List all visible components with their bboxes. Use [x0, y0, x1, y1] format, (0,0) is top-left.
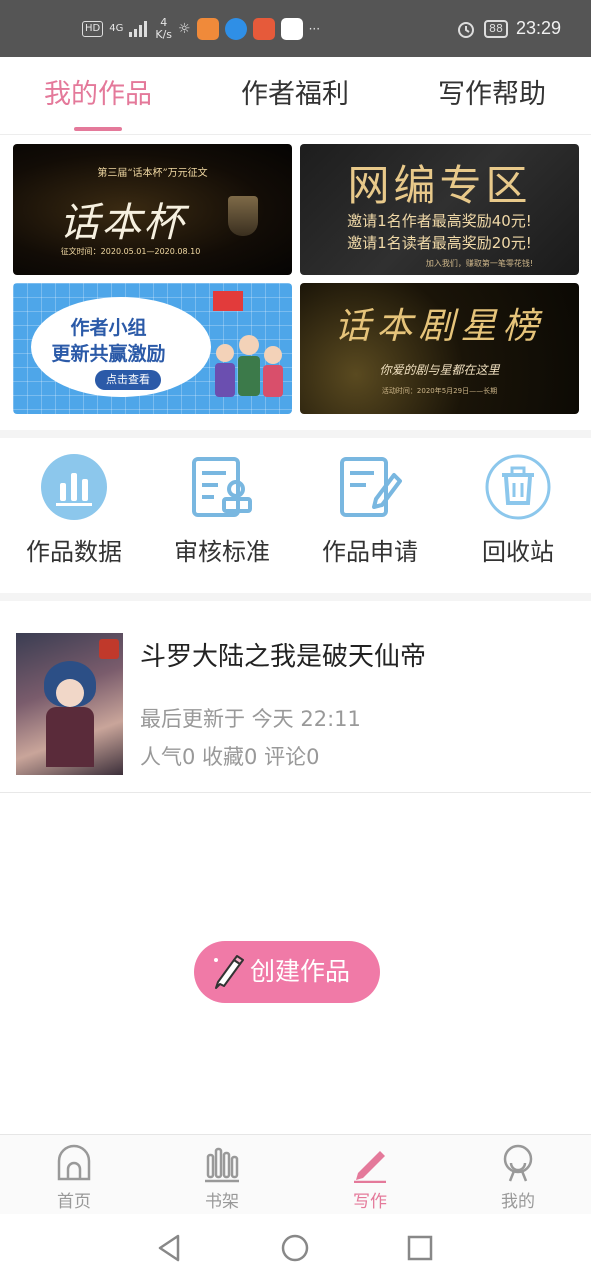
brightness-icon: ☼ — [178, 20, 191, 37]
section-divider — [0, 430, 591, 438]
banner-author-group[interactable]: 作者小组 更新共赢激励 点击查看 — [13, 283, 292, 414]
banner-title: 网编专区 — [347, 161, 532, 210]
app-icon-2 — [224, 17, 247, 40]
tool-recycle-bin[interactable]: 回收站 — [444, 450, 591, 570]
kids-illustration — [215, 335, 283, 397]
nav-profile[interactable]: 我的 — [444, 1135, 591, 1215]
banner-line-2: 活动时间：2020年5月29日——长期 — [381, 387, 498, 395]
tool-label: 作品申请 — [322, 538, 418, 566]
nav-home[interactable]: 首页 — [0, 1135, 148, 1215]
alarm-icon — [457, 21, 474, 38]
speed-value: 4 — [160, 15, 168, 29]
signal-icon — [129, 20, 148, 37]
banner-editor-zone[interactable]: 网编专区 邀请1名作者最高奖励40元! 邀请1名读者最高奖励20元! 加入我们，… — [300, 144, 579, 275]
nav-bookshelf[interactable]: 书架 — [148, 1135, 296, 1215]
nav-label: 写作 — [353, 1192, 387, 1212]
apply-icon — [340, 457, 402, 517]
home-icon — [57, 1144, 91, 1181]
network-indicator: 4G — [109, 22, 124, 34]
app-icon-4 — [280, 17, 303, 40]
create-work-label: 创建作品 — [250, 957, 351, 986]
banner-drama-star-list[interactable]: 话本剧星榜 你爱的剧与星都在这里 活动时间：2020年5月29日——长期 — [300, 283, 579, 414]
more-indicator: ··· — [308, 21, 321, 36]
top-tabs: 我的作品 作者福利 写作帮助 — [0, 57, 591, 135]
work-title[interactable]: 斗罗大陆之我是破天仙帝 — [140, 636, 426, 673]
chart-icon — [41, 454, 107, 520]
tool-review-standard[interactable]: 审核标准 — [148, 450, 296, 570]
speed-unit: K/s — [155, 27, 173, 41]
app-icon-3 — [252, 17, 275, 40]
tab-writing-help[interactable]: 写作帮助 — [422, 57, 562, 135]
banner-title: 话本杯 — [59, 200, 186, 246]
create-work-button[interactable]: 创建作品 — [194, 941, 380, 1003]
banner-subtitle: 第三届“话本杯”万元征文 — [97, 168, 208, 179]
clock: 23:29 — [515, 18, 561, 38]
status-left: HD 4G 4 K/s ☼ ··· — [82, 0, 320, 57]
bookshelf-icon — [205, 1147, 239, 1183]
battery-icon: 88 — [483, 19, 508, 38]
banner-line-1: 邀请1名作者最高奖励40元! — [347, 212, 532, 230]
tool-label: 回收站 — [482, 538, 554, 566]
tab-my-works[interactable]: 我的作品 — [28, 57, 168, 135]
recents-icon[interactable] — [400, 1228, 440, 1268]
banner-caption: 征文时间：2020.05.01—2020.08.10 — [60, 247, 201, 256]
tool-label: 审核标准 — [174, 538, 270, 566]
review-icon — [192, 457, 252, 517]
network-type: 4G — [109, 22, 124, 34]
network-speed: 4 K/s — [155, 15, 173, 41]
section-divider — [0, 593, 591, 601]
active-tab-indicator — [74, 127, 122, 131]
banner-view-button[interactable]: 点击查看 — [95, 370, 161, 390]
bottom-nav: 首页 书架 写作 我的 — [0, 1134, 591, 1214]
status-right: 88 23:29 — [456, 0, 561, 57]
nav-label: 书架 — [205, 1192, 239, 1212]
profile-icon — [503, 1144, 533, 1182]
tool-label: 作品数据 — [26, 538, 122, 566]
hd-badge: HD — [82, 20, 104, 37]
banner-line-3: 加入我们，赚取第一笔零花钱! — [425, 259, 534, 268]
back-icon[interactable] — [150, 1228, 190, 1268]
flag-icon — [213, 291, 243, 311]
work-last-updated: 最后更新于 今天 22:11 — [140, 707, 361, 731]
tab-author-benefits[interactable]: 作者福利 — [225, 57, 365, 135]
tool-work-data[interactable]: 作品数据 — [0, 450, 148, 570]
banner-line-2: 邀请1名读者最高奖励20元! — [347, 234, 532, 252]
banner-title: 话本剧星榜 — [334, 306, 545, 347]
cover-tag — [99, 639, 119, 659]
work-cover-image[interactable] — [16, 633, 123, 775]
cover-character-face — [56, 679, 84, 707]
list-divider — [0, 792, 591, 793]
nav-write[interactable]: 写作 — [296, 1135, 444, 1215]
cover-character-body — [46, 707, 94, 767]
banner-huaben-cup[interactable]: 第三届“话本杯”万元征文 话本杯 征文时间：2020.05.01—2020.08… — [13, 144, 292, 275]
nav-label: 我的 — [501, 1192, 535, 1212]
work-stats: 人气0 收藏0 评论0 — [140, 745, 320, 769]
nav-label: 首页 — [57, 1192, 91, 1212]
pencil-icon — [214, 955, 244, 989]
trophy-icon — [228, 196, 258, 236]
tool-work-apply[interactable]: 作品申请 — [296, 450, 444, 570]
system-nav-bar — [0, 1214, 591, 1280]
pencil-icon — [354, 1151, 386, 1183]
home-circle-icon[interactable] — [275, 1228, 315, 1268]
banner-line-1: 你爱的剧与星都在这里 — [379, 363, 500, 377]
status-bar: HD 4G 4 K/s ☼ ··· 88 23:29 — [0, 0, 591, 57]
app-icon-1 — [196, 17, 219, 40]
trash-icon — [485, 454, 551, 520]
